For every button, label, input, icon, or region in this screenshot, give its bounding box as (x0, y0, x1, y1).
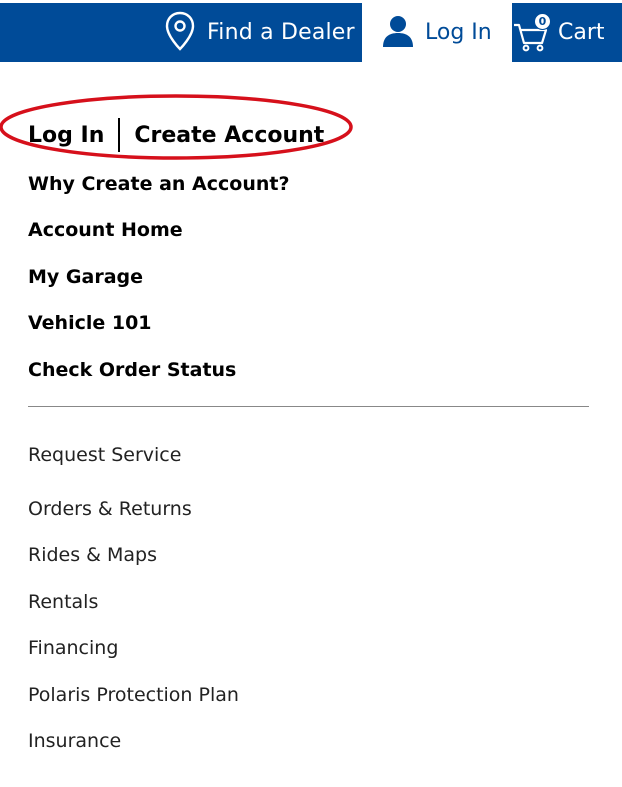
insurance-link[interactable]: Insurance (28, 730, 121, 752)
find-a-dealer-button[interactable]: Find a Dealer (165, 3, 355, 62)
request-service-link[interactable]: Request Service (28, 444, 181, 466)
location-pin-icon (165, 11, 195, 55)
cart-button[interactable]: 0 Cart (512, 3, 622, 62)
menu-divider (28, 406, 589, 407)
auth-separator (118, 118, 121, 152)
rides-maps-link[interactable]: Rides & Maps (28, 544, 157, 566)
rentals-link[interactable]: Rentals (28, 591, 98, 613)
orders-returns-link[interactable]: Orders & Returns (28, 498, 192, 520)
find-a-dealer-label: Find a Dealer (207, 20, 355, 45)
user-icon (381, 14, 415, 52)
vehicle-101-link[interactable]: Vehicle 101 (28, 312, 152, 334)
create-account-link[interactable]: Create Account (134, 123, 324, 148)
cart-icon: 0 (512, 12, 552, 53)
top-navigation-bar: Find a Dealer Log In 0 Cart (0, 3, 622, 62)
financing-link[interactable]: Financing (28, 637, 118, 659)
header-login-label: Log In (425, 20, 492, 45)
my-garage-link[interactable]: My Garage (28, 266, 143, 288)
login-link[interactable]: Log In (28, 123, 104, 148)
cart-count-badge: 0 (534, 12, 551, 30)
account-home-link[interactable]: Account Home (28, 219, 183, 241)
header-login-button[interactable]: Log In (362, 3, 512, 62)
protection-plan-link[interactable]: Polaris Protection Plan (28, 684, 239, 706)
cart-label: Cart (558, 20, 605, 45)
why-create-account-link[interactable]: Why Create an Account? (28, 173, 290, 195)
auth-links: Log In Create Account (28, 118, 324, 152)
check-order-status-link[interactable]: Check Order Status (28, 359, 236, 381)
